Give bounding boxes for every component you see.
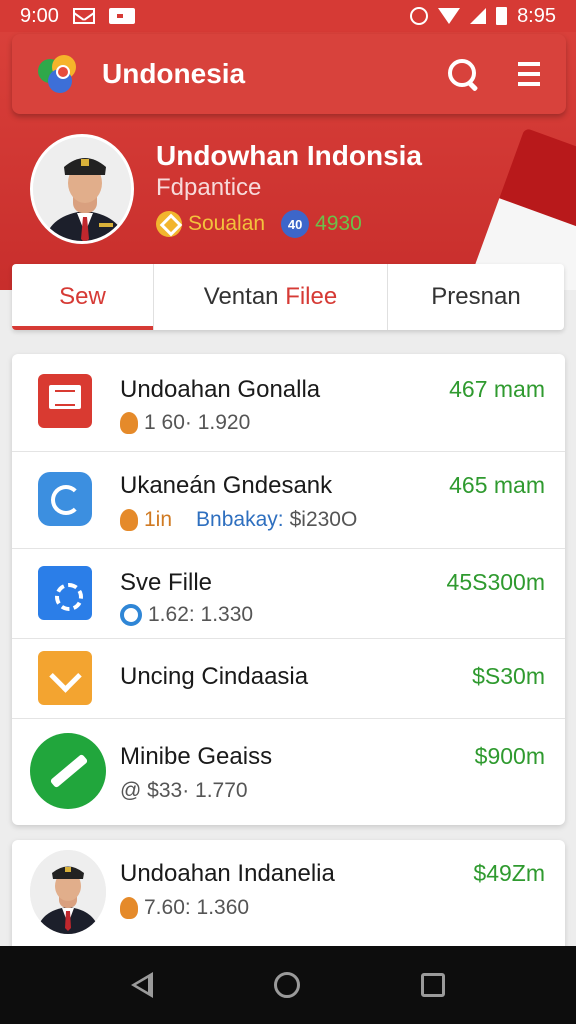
list-item-amount: 465 mam — [449, 472, 545, 498]
profile-subtitle: Fdpantice — [156, 174, 262, 201]
tab-label-highlight: File — [285, 283, 324, 310]
list-item[interactable]: Uncing Cindaasia $S30m — [12, 639, 565, 719]
list-item-meta-label: Bnbakay: — [196, 508, 284, 531]
tab-label: Sew — [59, 283, 106, 310]
list-item-title: Minibe Geaiss — [120, 743, 273, 770]
tab-presnan[interactable]: Presnan — [388, 264, 564, 330]
search-icon[interactable] — [448, 59, 478, 89]
pen-icon — [30, 733, 106, 809]
profile-avatar[interactable] — [30, 134, 134, 244]
tab-label: Presnan — [431, 283, 521, 310]
sync-icon — [38, 472, 92, 526]
list-item-meta-text: @ $33· 1.770 — [120, 779, 248, 802]
avatar — [30, 850, 106, 934]
list-item[interactable]: Undoahan Indanelia 7.60: 1.360 $49Zm — [12, 840, 565, 950]
gold-badge-label: Soualan — [188, 212, 266, 235]
navigation-bar — [0, 946, 576, 1024]
signal-icon — [470, 8, 487, 24]
app-logo-icon[interactable] — [38, 55, 80, 93]
gold-badge[interactable]: Soualan — [156, 211, 265, 237]
list-item-title: Undoahan Gonalla — [120, 376, 321, 403]
tab-label-post: e — [323, 283, 338, 310]
list-item-amount: $S30m — [472, 663, 545, 689]
tab-sew[interactable]: Sew — [12, 264, 154, 330]
home-icon[interactable] — [273, 972, 300, 998]
coin-icon — [120, 412, 138, 434]
status-bar: 9:00 8:95 — [0, 0, 576, 32]
app-bar: Undonesia — [12, 34, 566, 114]
list-item-meta: 1.62: 1.330 — [120, 603, 253, 627]
ring-icon — [120, 604, 142, 626]
tab-bar: Sew Ventan File e Presnan — [12, 264, 564, 330]
app-title: Undonesia — [102, 58, 246, 89]
list-item[interactable]: Undoahan Gonalla 1 60· 1.920 467 mam — [12, 354, 565, 452]
list-item-title: Sve Fille — [120, 569, 213, 596]
tab-ventan-file[interactable]: Ventan File e — [154, 264, 388, 330]
back-icon[interactable] — [130, 972, 153, 998]
folder-download-icon — [38, 651, 92, 705]
profile-name: Undowhan Indonsia — [156, 140, 422, 171]
battery-icon — [496, 7, 508, 25]
list-item[interactable]: Ukaneán Gndesank 1in Bnbakay: $i230O 465… — [12, 452, 565, 549]
list-item-meta-text: 1in — [144, 508, 173, 531]
profile-badges: Soualan 40 4930 — [156, 210, 362, 238]
recent-apps-icon[interactable] — [421, 973, 446, 997]
list-item-meta: 1 60· 1.920 — [120, 411, 250, 435]
wifi-icon — [438, 8, 461, 24]
list-item-amount: 45S300m — [446, 569, 545, 595]
list-item-title: Uncing Cindaasia — [120, 663, 309, 690]
tab-label-pre: Ventan — [203, 283, 286, 310]
list-item-amount: $49Zm — [473, 860, 545, 886]
list-item-meta-value: $i230O — [289, 508, 358, 531]
status-time: 9:00 — [20, 4, 59, 27]
coin-icon — [120, 509, 138, 531]
medal-icon — [156, 211, 182, 237]
mail-icon — [72, 8, 95, 24]
status-clock: 8:95 — [517, 4, 556, 27]
list-item-amount: 467 mam — [449, 376, 545, 402]
alarm-icon — [410, 7, 429, 25]
transaction-list: Undoahan Gonalla 1 60· 1.920 467 mam Uka… — [12, 354, 565, 825]
list-item[interactable]: Sve Fille 1.62: 1.330 45S300m — [12, 549, 565, 639]
coin-icon: 40 — [281, 210, 310, 238]
score-badge-label: 4930 — [315, 212, 362, 235]
list-item-meta: 1in Bnbakay: $i230O — [120, 508, 357, 532]
list-item-meta: 7.60: 1.360 — [120, 896, 249, 920]
score-badge[interactable]: 40 4930 — [281, 210, 362, 238]
list-item-meta-text: 1 60· 1.920 — [144, 411, 251, 434]
card-icon — [108, 8, 135, 24]
gear-icon — [38, 566, 92, 620]
list-item[interactable]: Minibe Geaiss @ $33· 1.770 $900m — [12, 719, 565, 825]
list-item-meta-text: 7.60: 1.360 — [144, 896, 250, 919]
list-item-amount: $900m — [474, 743, 545, 769]
list-item-title: Undoahan Indanelia — [120, 860, 335, 887]
coin-icon — [120, 897, 138, 919]
list-item-meta: @ $33· 1.770 — [120, 779, 248, 803]
menu-icon[interactable] — [518, 62, 540, 86]
list-item-meta-text: 1.62: 1.330 — [148, 603, 254, 626]
document-icon — [38, 374, 92, 428]
list-item-title: Ukaneán Gndesank — [120, 472, 333, 499]
